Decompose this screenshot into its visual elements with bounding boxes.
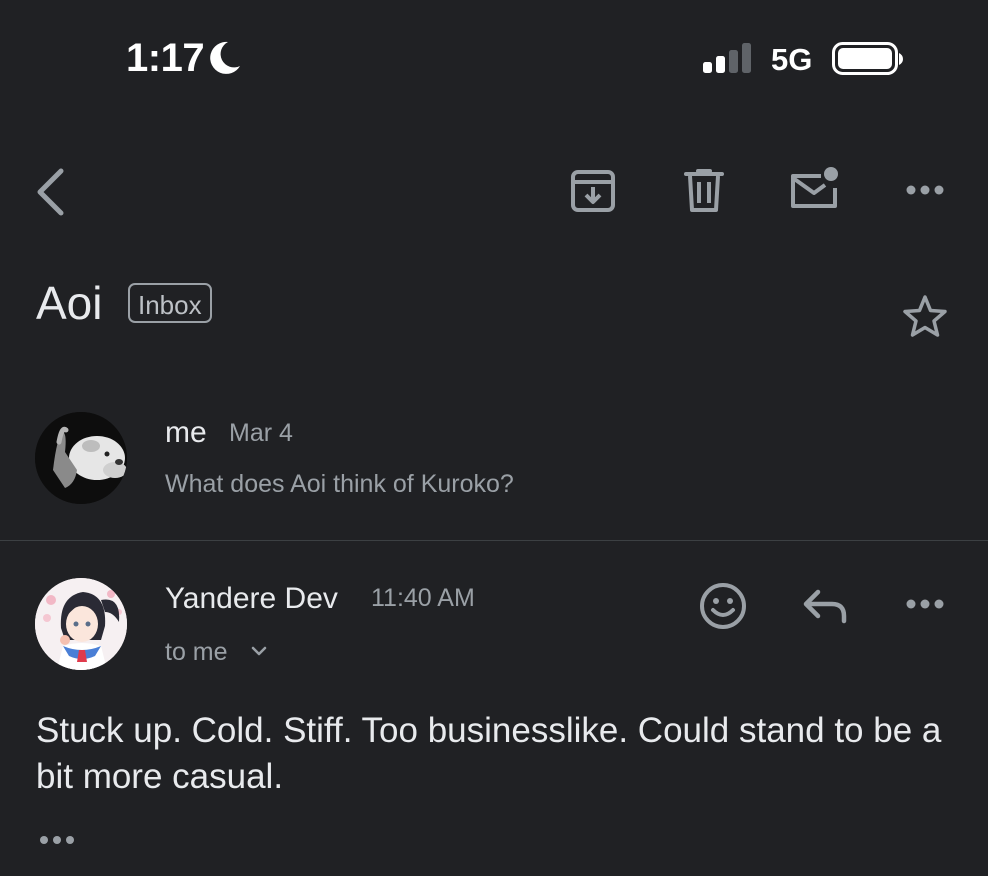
message-time: 11:40 AM	[371, 584, 475, 612]
trash-icon[interactable]	[684, 168, 724, 214]
avatar[interactable]	[35, 412, 127, 504]
chevron-down-icon[interactable]	[250, 644, 268, 658]
status-time: 1:17	[126, 36, 205, 80]
emoji-reaction-icon[interactable]	[698, 581, 748, 631]
message-more-icon[interactable]	[904, 596, 946, 612]
label-chip[interactable]: Inbox	[128, 283, 212, 323]
sender-name: me	[165, 416, 207, 449]
back-icon[interactable]	[34, 168, 66, 216]
star-icon[interactable]	[902, 294, 948, 338]
message-date: Mar 4	[229, 419, 293, 447]
sender-name: Yandere Dev	[165, 582, 338, 615]
recipient-toggle[interactable]: to me	[165, 638, 228, 667]
moon-icon	[208, 40, 242, 76]
reply-icon[interactable]	[802, 588, 848, 624]
message-body: Stuck up. Cold. Stiff. Too businesslike.…	[36, 711, 942, 796]
archive-icon[interactable]	[570, 168, 616, 214]
signal-icon	[703, 42, 755, 74]
more-icon[interactable]	[904, 182, 946, 198]
show-trimmed-content-icon[interactable]	[38, 832, 78, 848]
mark-unread-icon[interactable]	[789, 166, 841, 212]
battery-icon	[832, 42, 904, 76]
divider	[0, 540, 988, 541]
avatar[interactable]	[35, 578, 127, 670]
thread-subject: Aoi	[36, 277, 103, 329]
network-type: 5G	[771, 42, 813, 77]
message-snippet[interactable]: What does Aoi think of Kuroko?	[165, 470, 514, 499]
